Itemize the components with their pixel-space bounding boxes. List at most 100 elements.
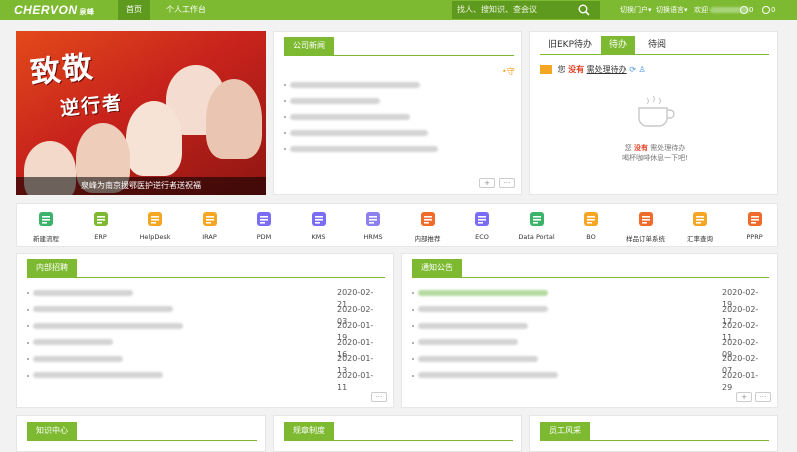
app-label: HelpDesk: [139, 233, 171, 241]
app-label: PDM: [256, 233, 272, 241]
knowledge-center-title[interactable]: 知识中心: [27, 422, 77, 440]
add-news-button[interactable]: +: [479, 178, 495, 188]
list-item[interactable]: 2020-01-29: [412, 370, 767, 392]
user-icon[interactable]: ♙: [638, 65, 645, 74]
search-input[interactable]: 找人、搜知识、查会议: [452, 1, 600, 19]
pdm-icon: [255, 210, 273, 228]
refresh-icon[interactable]: ⟳: [629, 65, 636, 74]
company-news-title[interactable]: 公司新闻: [284, 37, 334, 55]
chervon-logo[interactable]: CHERVON 泉峰: [14, 3, 95, 17]
banner-title: 致敬: [28, 49, 97, 92]
app-label: 汇率查询: [687, 235, 713, 243]
company-news-panel: 公司新闻 •守 + ···: [273, 31, 522, 195]
app-data-portal[interactable]: Data Portal: [512, 208, 562, 246]
add-notice-button[interactable]: +: [736, 392, 752, 402]
list-item[interactable]: 2020-02-09: [412, 337, 767, 359]
app-exchange-rate[interactable]: 汇率查询: [675, 208, 725, 246]
app-irap[interactable]: IRAP: [185, 208, 235, 246]
switch-language-menu[interactable]: 切换语言▾: [656, 0, 688, 20]
news-item[interactable]: [284, 79, 484, 91]
search-icon[interactable]: [578, 4, 590, 23]
app-label: KMS: [311, 233, 326, 241]
notification-count-b[interactable]: 0: [762, 0, 775, 20]
tab-to-read[interactable]: 待阅: [640, 36, 674, 54]
list-item[interactable]: 2020-02-21: [27, 287, 382, 309]
list-item[interactable]: 2020-01-19: [27, 320, 382, 342]
app-sample-order[interactable]: 样品订单系统: [621, 208, 671, 246]
more-news-button[interactable]: ···: [499, 178, 515, 188]
list-item[interactable]: 2020-02-11: [412, 320, 767, 342]
app-hrms[interactable]: HRMS: [348, 208, 398, 246]
new-process-icon: [37, 210, 55, 228]
pprp-icon: [746, 210, 764, 228]
news-item[interactable]: [284, 143, 484, 155]
internal-recruitment-title[interactable]: 内部招聘: [27, 259, 77, 277]
kms-icon: [310, 210, 328, 228]
app-kms[interactable]: KMS: [294, 208, 344, 246]
banner-caption: 泉峰为南京援鄂医护逆行者送祝福: [16, 177, 266, 195]
app-label: PPRP: [746, 233, 763, 241]
employee-showcase-title[interactable]: 员工风采: [540, 422, 590, 440]
news-item[interactable]: [284, 95, 484, 107]
erp-icon: [92, 210, 110, 228]
app-label: 样品订单系统: [626, 235, 665, 243]
envelope-icon: [540, 65, 552, 74]
list-item[interactable]: 2020-02-19: [412, 287, 767, 309]
news-item[interactable]: [284, 111, 484, 123]
nav-home[interactable]: 首页: [118, 0, 150, 20]
app-eco[interactable]: ECO: [457, 208, 507, 246]
list-item-date: 2020-01-29: [722, 370, 759, 392]
banner-subtitle: 逆行者: [59, 91, 125, 121]
app-pprp[interactable]: PPRP: [730, 208, 780, 246]
banner-carousel[interactable]: 致敬 逆行者 泉峰为南京援鄂医护逆行者送祝福: [16, 31, 266, 195]
app-bo[interactable]: BO: [566, 208, 616, 246]
app-label: ECO: [475, 233, 489, 241]
more-recruitment-button[interactable]: ···: [371, 392, 387, 402]
app-label: 内部推荐: [414, 235, 441, 243]
nav-personal-workspace[interactable]: 个人工作台: [158, 0, 214, 20]
regulations-title[interactable]: 规章制度: [284, 422, 334, 440]
list-item[interactable]: 2020-01-11: [27, 370, 382, 392]
empty-todo-message: 您 没有 需处理待办 喝杯咖啡休息一下吧!: [622, 144, 688, 162]
list-item-date: 2020-01-11: [337, 370, 374, 392]
hrms-icon: [364, 210, 382, 228]
message-icon: [740, 6, 748, 14]
list-item[interactable]: 2020-01-16: [27, 337, 382, 359]
todo-status: 您 没有 需处理待办 ⟳ ♙: [540, 64, 646, 76]
top-bar: CHERVON 泉峰 首页 个人工作台 找人、搜知识、查会议 切换门户▾ 切换语言…: [0, 0, 797, 20]
notification-count-a[interactable]: 0: [740, 0, 753, 20]
exchange-rate-icon: [691, 210, 709, 228]
app-pdm[interactable]: PDM: [239, 208, 289, 246]
app-referral[interactable]: 内部推荐: [403, 208, 453, 246]
app-new-process[interactable]: 新建流程: [21, 208, 71, 246]
list-item[interactable]: 2020-02-17: [412, 304, 767, 326]
switch-portal-menu[interactable]: 切换门户▾: [620, 0, 652, 20]
news-indicator-icon: •守: [502, 67, 515, 76]
list-item[interactable]: 2020-02-07: [412, 353, 767, 375]
tab-todo[interactable]: 待办: [601, 36, 636, 54]
list-item[interactable]: 2020-02-03: [27, 304, 382, 326]
app-label: Data Portal: [518, 233, 555, 241]
more-notices-button[interactable]: ···: [755, 392, 771, 402]
app-label: 新建流程: [33, 235, 59, 243]
sample-order-icon: [637, 210, 655, 228]
app-helpdesk[interactable]: HelpDesk: [130, 208, 180, 246]
coffee-cup-icon: [633, 94, 677, 132]
logo-sub: 泉峰: [79, 9, 95, 16]
app-erp[interactable]: ERP: [76, 208, 126, 246]
app-label: HRMS: [363, 233, 383, 241]
app-label: BO: [586, 233, 596, 241]
pending-todo-link[interactable]: 需处理待办: [587, 65, 627, 74]
eco-icon: [473, 210, 491, 228]
referral-icon: [419, 210, 437, 228]
search-placeholder: 找人、搜知识、查会议: [457, 5, 537, 14]
app-label: ERP: [94, 233, 107, 241]
list-item[interactable]: 2020-01-13: [27, 353, 382, 375]
news-item[interactable]: [284, 127, 484, 139]
internal-recruitment-panel: 内部招聘 2020-02-21 2020-02-03 2020-01-19 2020-…: [16, 253, 394, 408]
helpdesk-icon: [146, 210, 164, 228]
tab-old-ekp-todo[interactable]: 旧EKP待办: [540, 36, 600, 54]
irap-icon: [201, 210, 219, 228]
notices-title[interactable]: 通知公告: [412, 259, 462, 277]
data-portal-icon: [528, 210, 546, 228]
